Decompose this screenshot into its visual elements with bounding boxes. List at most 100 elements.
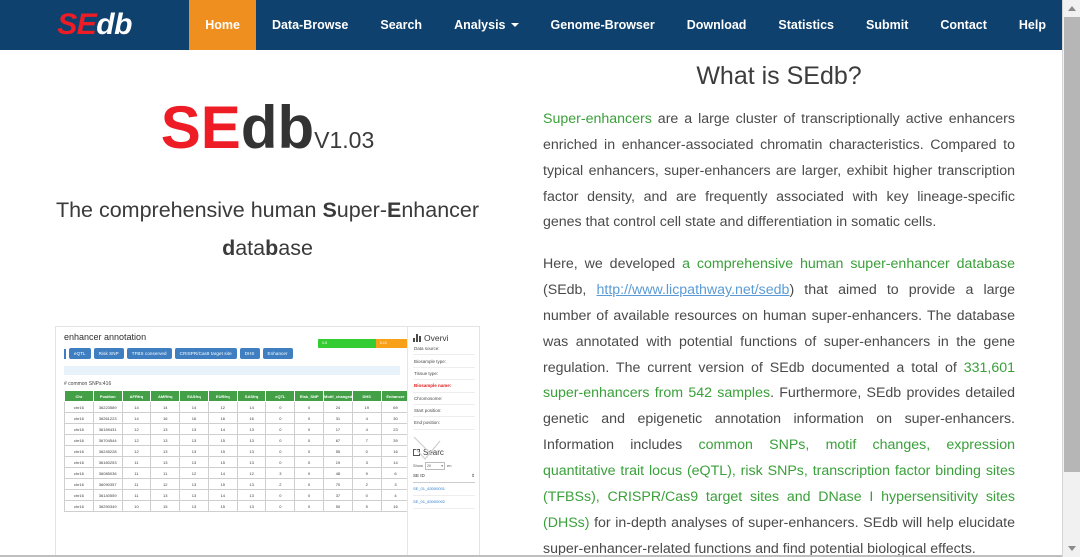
table-cell: 50 xyxy=(323,500,353,512)
filter-button-crispr[interactable]: CRISPR/Cas9 target site xyxy=(174,348,237,359)
filter-button-eqtl[interactable]: eQTL xyxy=(69,348,91,359)
table-cell: chr16 xyxy=(64,489,94,501)
tagline-e: E xyxy=(387,198,402,222)
about-paragraph-1: Super-enhancers are a large cluster of t… xyxy=(543,107,1015,236)
se-id-column-header[interactable]: SE ID ⇕ xyxy=(413,470,475,483)
table-column-header: AFRfrq xyxy=(121,390,152,402)
chevron-up-icon xyxy=(1068,6,1076,11)
table-cell: 16 xyxy=(150,412,181,424)
legend-label: 5-10 xyxy=(379,341,387,345)
table-cell: 13 xyxy=(150,445,181,457)
table-cell: 15 xyxy=(207,434,238,446)
table-cell: chr16 xyxy=(64,500,94,512)
table-cell: 9 xyxy=(351,467,382,479)
table-cell: 12 xyxy=(236,467,267,479)
paragraph-text: are a large cluster of transcriptionally… xyxy=(543,111,1015,231)
nav-label: Data-Browse xyxy=(271,18,349,32)
table-cell: 0 xyxy=(265,423,296,435)
hero-db: db xyxy=(240,94,315,161)
page-content: SEdbV1.03 The comprehensive human Super-… xyxy=(0,50,1062,557)
table-cell: 39 xyxy=(380,434,408,446)
site-logo[interactable]: SE db xyxy=(0,0,189,50)
table-cell: 14 xyxy=(207,423,238,435)
table-cell: 13 xyxy=(150,434,181,446)
logo-text-se: SE xyxy=(57,8,97,41)
scrollbar-thumb[interactable] xyxy=(1064,17,1080,472)
nav-item-genome-browser[interactable]: Genome-Browser xyxy=(535,0,671,50)
table-cell: 16 xyxy=(236,412,267,424)
table-cell: 0 xyxy=(265,456,296,468)
annotation-table: Chr Position AFRfrq AMRfrq EASfrq EURfrq SASfr… xyxy=(64,390,408,512)
nav-item-data-browse[interactable]: Data-Browse xyxy=(256,0,364,50)
filter-button-enhancer[interactable]: Enhancer xyxy=(262,348,293,359)
table-cell: 70 xyxy=(323,478,353,490)
filter-button-tfbs[interactable]: TFBS conserved xyxy=(126,348,172,359)
nav-item-download[interactable]: Download xyxy=(671,0,763,50)
nav-item-analysis[interactable]: Analysis xyxy=(438,0,534,50)
nav-item-search[interactable]: Search xyxy=(364,0,438,50)
entries-value: 20 xyxy=(427,463,431,468)
page-scrollbar[interactable] xyxy=(1062,0,1080,557)
table-cell: 16 xyxy=(380,500,408,512)
table-cell: 11 xyxy=(121,467,152,479)
se-id-row[interactable]: SE_01_83000001 xyxy=(413,483,475,496)
overview-field-label: Data source: xyxy=(413,343,475,356)
table-cell: 37 xyxy=(323,489,353,501)
table-cell: chr16 xyxy=(64,445,94,457)
carousel-dot[interactable] xyxy=(222,541,231,550)
overview-field-label: Start position: xyxy=(413,405,475,418)
filter-button-dhs[interactable]: DHS xyxy=(239,348,260,359)
table-row: chr16367045441213131513006773984164 xyxy=(64,434,408,446)
table-cell: 11 xyxy=(121,489,152,501)
carousel-dot[interactable] xyxy=(237,541,246,550)
table-cell: 7 xyxy=(351,434,382,446)
main-navigation-bar: SE db Home Data-Browse Search Analysis Ge… xyxy=(0,0,1062,50)
scroll-down-button[interactable] xyxy=(1063,540,1080,557)
table-cell: 13 xyxy=(236,434,267,446)
sedb-website-link[interactable]: http://www.licpathway.net/sedb xyxy=(597,282,790,298)
filter-button-risk-snp[interactable]: Risk SNP xyxy=(93,348,124,359)
table-row: chr1636223589141414121400241969179199 xyxy=(64,401,408,413)
table-cell: 19 xyxy=(323,456,353,468)
se-id-row[interactable]: SE_01_83000002 xyxy=(413,496,475,509)
table-cell: 14 xyxy=(121,401,152,413)
table-cell: 13 xyxy=(236,500,267,512)
about-panel: What is SEdb? Super-enhancers are a larg… xyxy=(535,50,1062,557)
table-cell: 12 xyxy=(150,478,181,490)
table-cell: 10 xyxy=(121,500,152,512)
table-cell: 14 xyxy=(150,401,181,413)
table-cell: 0 xyxy=(294,456,325,468)
tagline-part: ata xyxy=(235,235,266,260)
table-cell: 36140559 xyxy=(92,489,123,501)
nav-label: Search xyxy=(380,18,423,32)
table-cell: 3 xyxy=(351,456,382,468)
hero-version: V1.03 xyxy=(314,127,375,153)
table-cell: 4 xyxy=(351,423,382,435)
table-cell: 0 xyxy=(265,445,296,457)
table-cell: 12 xyxy=(121,434,152,446)
table-column-header: DHS xyxy=(351,390,382,402)
table-cell: 0 xyxy=(265,401,296,413)
table-cell: 16 xyxy=(380,445,408,457)
overview-field-label: Biosample name: xyxy=(413,380,475,393)
nav-item-help[interactable]: Help xyxy=(1003,0,1062,50)
table-cell: 0 xyxy=(294,467,325,479)
scroll-up-button[interactable] xyxy=(1063,0,1080,17)
nav-item-contact[interactable]: Contact xyxy=(924,0,1003,50)
about-title: What is SEdb? xyxy=(696,62,862,90)
table-cell: 12 xyxy=(121,423,152,435)
carousel-screenshot[interactable]: enhancer annotation eQTL Risk SNP TFBS c… xyxy=(55,326,480,557)
table-cell: 13 xyxy=(236,478,267,490)
nav-item-submit[interactable]: Submit xyxy=(850,0,924,50)
show-label: Show xyxy=(413,463,424,469)
table-cell: 11 xyxy=(121,478,152,490)
bar-marker-icon xyxy=(64,348,66,359)
table-cell: chr16 xyxy=(64,401,94,413)
table-cell: 36085036 xyxy=(92,467,123,479)
hero-brand-title: SEdbV1.03 xyxy=(0,98,535,158)
term-database-description: a comprehensive human super-enhancer dat… xyxy=(682,256,1015,273)
nav-item-statistics[interactable]: Statistics xyxy=(762,0,850,50)
nav-item-home[interactable]: Home xyxy=(189,0,256,50)
hero-tagline: The comprehensive human Super-Enhancer d… xyxy=(33,192,503,267)
table-row: chr1636140559111313141300370438164 xyxy=(64,489,408,501)
